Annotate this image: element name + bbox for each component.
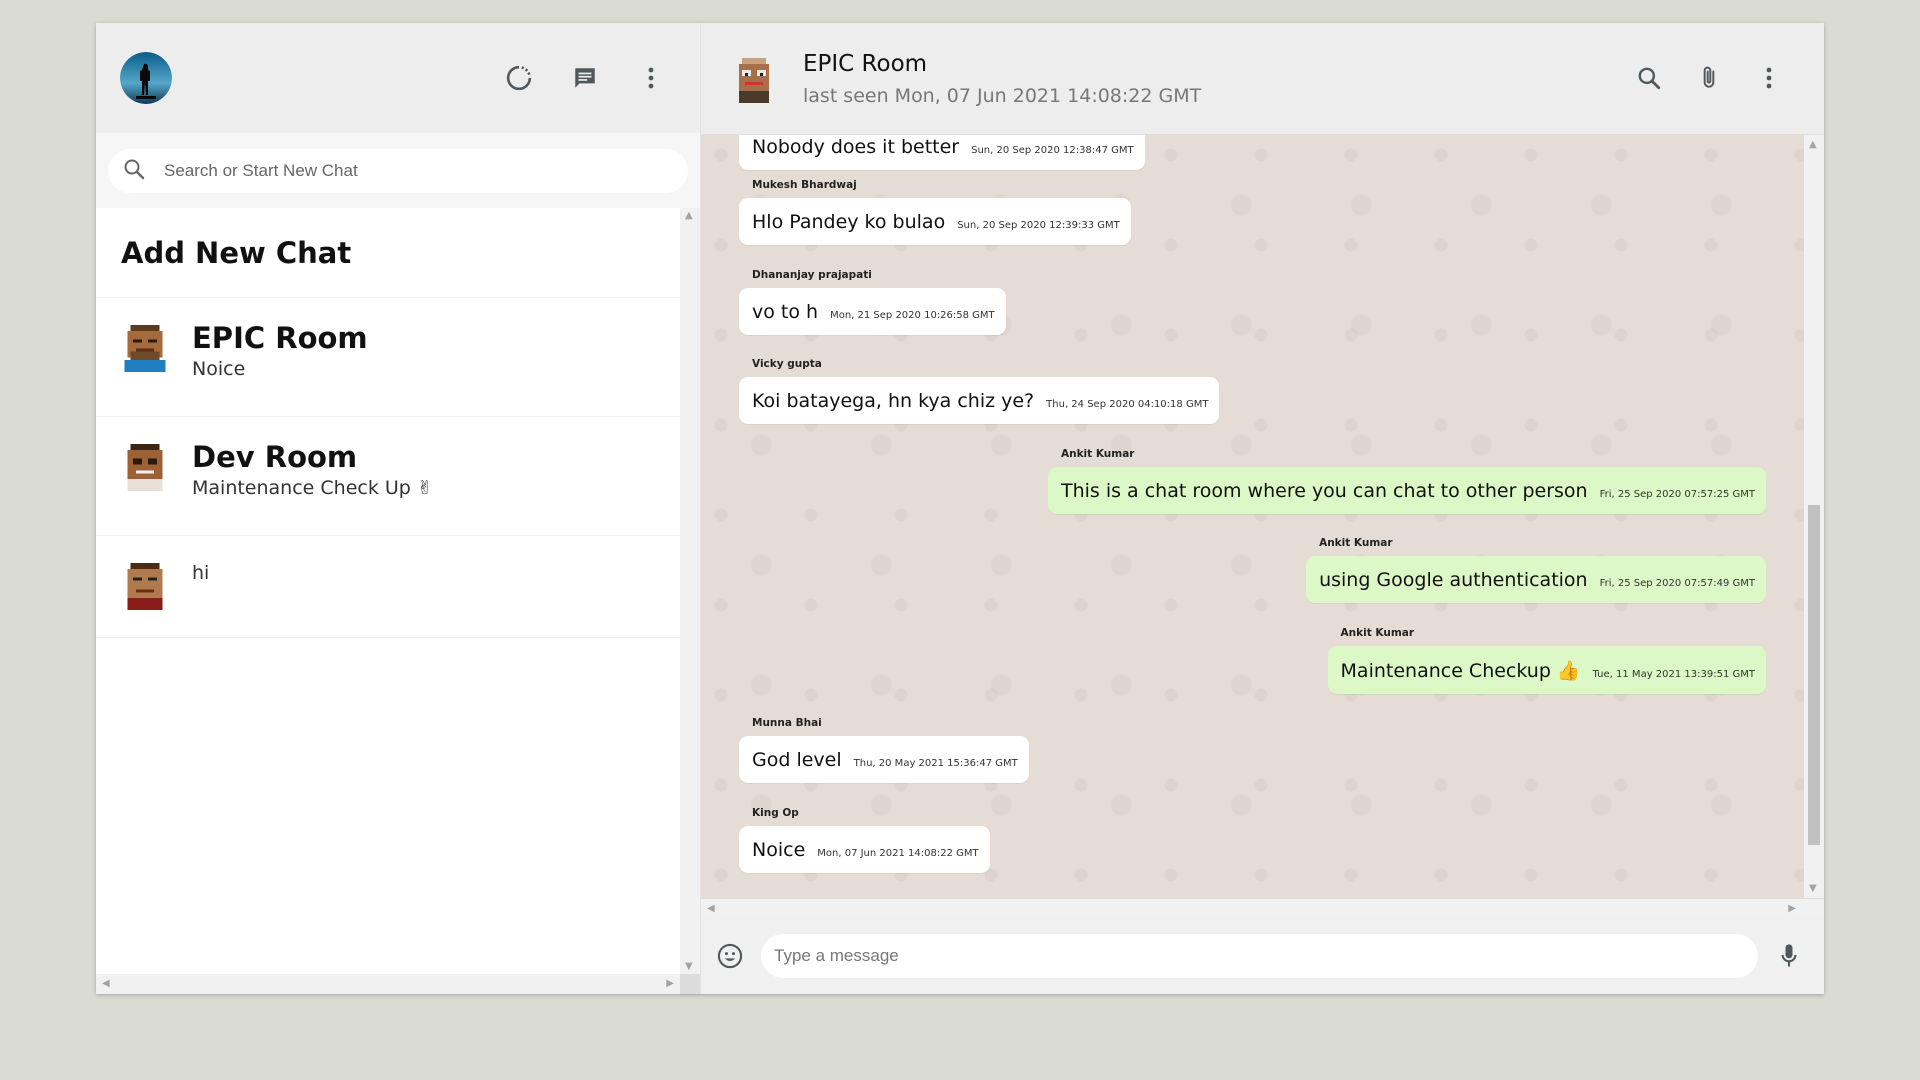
messages-horizontal-scrollbar[interactable]: ◀ ▶	[701, 898, 1824, 918]
new-chat-icon[interactable]	[570, 63, 600, 93]
message: Munna Bhai God level Thu, 20 May 2021 15…	[739, 717, 1029, 783]
chat-list-horizontal-scrollbar[interactable]: ◀ ▶	[96, 974, 680, 994]
message-time: Mon, 07 Jun 2021 14:08:22 GMT	[817, 848, 979, 859]
avatar	[121, 560, 169, 610]
message-bubble: God level Thu, 20 May 2021 15:36:47 GMT	[739, 736, 1029, 783]
avatar	[121, 441, 169, 491]
message-bubble: using Google authentication Fri, 25 Sep …	[1306, 556, 1766, 603]
attach-icon[interactable]	[1694, 63, 1724, 93]
message-text: Maintenance Checkup 👍	[1340, 660, 1581, 682]
message: Mukesh Bhardwaj Hlo Pandey ko bulao Sun,…	[739, 179, 1131, 245]
message-text: This is a chat room where you can chat t…	[1060, 480, 1588, 502]
chat-item-last-message: Maintenance Check Up ✌	[192, 477, 433, 499]
message: Dhananjay prajapati vo to h Mon, 21 Sep …	[739, 269, 1006, 335]
message-bubble: Noice Mon, 07 Jun 2021 14:08:22 GMT	[739, 826, 990, 873]
message-input-box[interactable]	[761, 934, 1758, 978]
message-text: Hlo Pandey ko bulao	[752, 211, 946, 233]
message-sender: King Op	[752, 807, 799, 819]
message-time: Thu, 20 May 2021 15:36:47 GMT	[853, 758, 1018, 769]
message-time: Thu, 24 Sep 2020 04:10:18 GMT	[1046, 399, 1209, 410]
message-text: vo to h	[752, 301, 819, 323]
menu-dots-icon[interactable]	[1754, 63, 1784, 93]
message-text: using Google authentication	[1319, 569, 1588, 591]
message-sender: Ankit Kumar	[1340, 627, 1415, 639]
message-bubble: This is a chat room where you can chat t…	[1047, 467, 1766, 514]
message-sender: Ankit Kumar	[1060, 448, 1135, 460]
message-sender: Mukesh Bhardwaj	[752, 179, 857, 191]
search-icon	[122, 157, 146, 185]
chat-item-last-message: Noice	[192, 358, 246, 380]
message-bubble: Koi batayega, hn kya chiz ye? Thu, 24 Se…	[739, 377, 1220, 424]
emoji-icon[interactable]	[715, 941, 745, 971]
composer	[701, 918, 1824, 994]
menu-dots-icon[interactable]	[636, 63, 666, 93]
message-area: Nobody does it better Sun, 20 Sep 2020 1…	[701, 135, 1824, 918]
sidebar-header	[96, 23, 700, 133]
room-name: EPIC Room	[803, 50, 928, 77]
message-outgoing: Ankit Kumar Maintenance Checkup 👍 Tue, 1…	[1327, 627, 1766, 694]
chat-header: EPIC Room last seen Mon, 07 Jun 2021 14:…	[701, 23, 1824, 135]
add-new-chat-button[interactable]: Add New Chat	[96, 208, 680, 298]
message-text: Koi batayega, hn kya chiz ye?	[752, 390, 1035, 412]
message-input[interactable]	[774, 946, 1758, 966]
message: King Op Noice Mon, 07 Jun 2021 14:08:22 …	[739, 807, 990, 873]
message-sender: Munna Bhai	[752, 717, 822, 729]
sidebar: Add New Chat EPIC Room	[96, 23, 701, 994]
message-text: Noice	[752, 839, 806, 861]
chat-panel: EPIC Room last seen Mon, 07 Jun 2021 14:…	[701, 23, 1824, 994]
message-time: Tue, 11 May 2021 13:39:51 GMT	[1592, 669, 1755, 680]
chat-item-epic-room[interactable]: EPIC Room Noice	[96, 298, 680, 417]
message-time: Fri, 25 Sep 2020 07:57:49 GMT	[1599, 578, 1755, 589]
search-bar	[96, 133, 700, 208]
chat-item-last-message: hi	[192, 562, 210, 584]
message-time: Sun, 20 Sep 2020 12:39:33 GMT	[957, 220, 1120, 231]
search-icon[interactable]	[1634, 63, 1664, 93]
message-time: Fri, 25 Sep 2020 07:57:25 GMT	[1599, 489, 1755, 500]
message-sender: Ankit Kumar	[1319, 537, 1393, 549]
last-seen: last seen Mon, 07 Jun 2021 14:08:22 GMT	[803, 84, 1202, 107]
message-bubble: Maintenance Checkup 👍 Tue, 11 May 2021 1…	[1327, 646, 1766, 694]
avatar	[121, 322, 169, 372]
chat-item-name: EPIC Room	[192, 321, 368, 355]
message-time: Mon, 21 Sep 2020 10:26:58 GMT	[830, 310, 995, 321]
search-box[interactable]	[108, 148, 688, 193]
message-bubble: Nobody does it better Sun, 20 Sep 2020 1…	[739, 135, 1145, 170]
scrollbar-thumb[interactable]	[1808, 505, 1820, 845]
message-text: Nobody does it better	[752, 136, 960, 158]
message-sender: Dhananjay prajapati	[752, 269, 872, 281]
message-list: Nobody does it better Sun, 20 Sep 2020 1…	[701, 135, 1804, 898]
message-sender: Vicky gupta	[752, 358, 822, 370]
message-bubble: vo to h Mon, 21 Sep 2020 10:26:58 GMT	[739, 288, 1006, 335]
scrollbar-corner	[680, 974, 700, 994]
message-outgoing: Ankit Kumar This is a chat room where yo…	[1047, 448, 1766, 514]
message: Vicky gupta Koi batayega, hn kya chiz ye…	[739, 358, 1220, 424]
status-icon[interactable]	[504, 63, 534, 93]
chat-item-unnamed[interactable]: hi	[96, 536, 680, 638]
chat-item-name: Dev Room	[192, 440, 358, 474]
chat-list: Add New Chat EPIC Room Noice Dev Room Ma…	[96, 208, 700, 994]
app-window: Add New Chat EPIC Room	[96, 23, 1824, 994]
chat-item-dev-room[interactable]: Dev Room Maintenance Check Up ✌	[96, 417, 680, 536]
chat-list-vertical-scrollbar[interactable]: ▲ ▼	[680, 208, 700, 974]
mic-icon[interactable]	[1774, 941, 1804, 971]
search-input[interactable]	[164, 160, 644, 181]
message: Nobody does it better Sun, 20 Sep 2020 1…	[739, 135, 1145, 170]
messages-vertical-scrollbar[interactable]: ▲ ▼	[1804, 135, 1824, 898]
room-avatar[interactable]	[733, 55, 775, 103]
message-outgoing: Ankit Kumar using Google authentication …	[1306, 537, 1766, 603]
user-avatar[interactable]	[120, 52, 172, 104]
message-text: God level	[752, 749, 842, 771]
message-bubble: Hlo Pandey ko bulao Sun, 20 Sep 2020 12:…	[739, 198, 1131, 245]
message-time: Sun, 20 Sep 2020 12:38:47 GMT	[971, 145, 1134, 156]
